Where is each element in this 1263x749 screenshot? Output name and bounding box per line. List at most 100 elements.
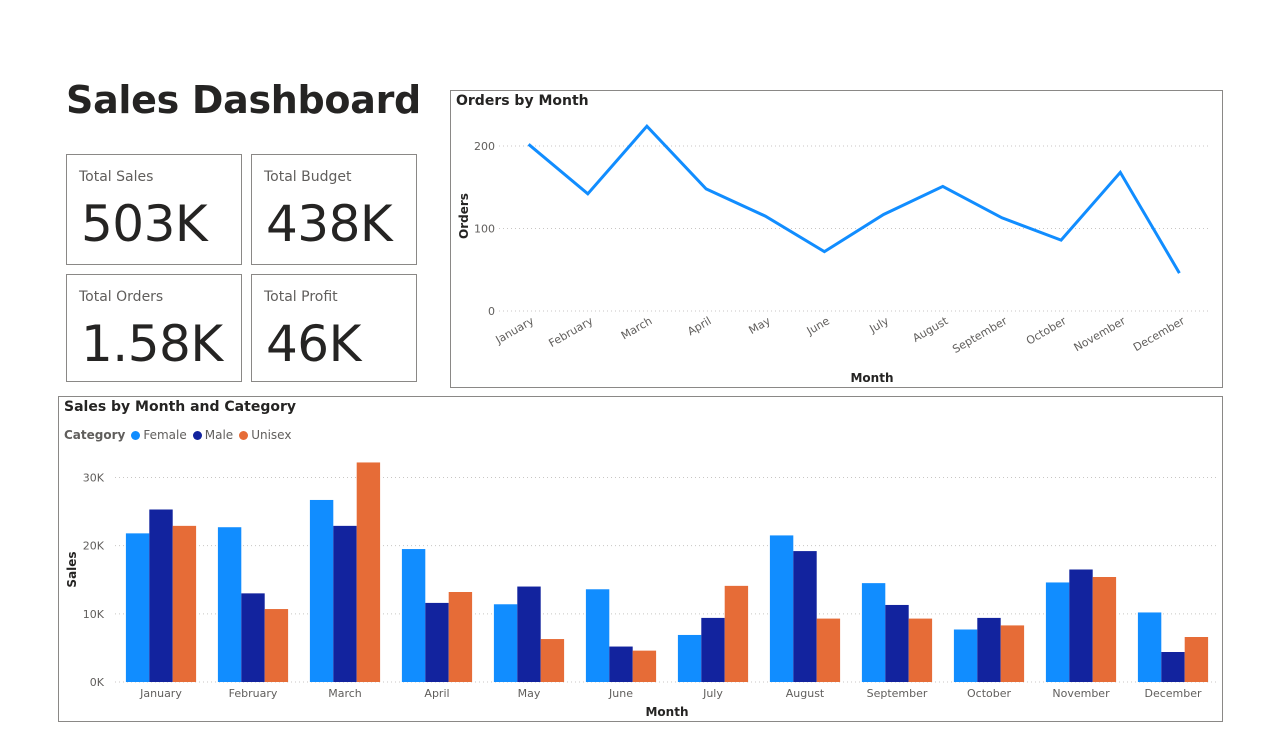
page-title: Sales Dashboard xyxy=(66,78,421,122)
x-tick-label: September xyxy=(867,687,928,700)
x-tick-label: July xyxy=(867,314,892,336)
bar-male xyxy=(1161,652,1185,682)
sales-bar-chart-svg: 0K 10K 20K 30K January February March April May J… xyxy=(65,462,1219,719)
sales-by-month-category-chart[interactable]: 0K 10K 20K 30K January February March April May J… xyxy=(58,396,1223,722)
kpi-value: 503K xyxy=(81,195,208,253)
chart-title: Orders by Month xyxy=(456,93,589,109)
legend-item-unisex[interactable]: Unisex xyxy=(239,428,291,442)
bar-unisex xyxy=(816,618,841,682)
bar-female xyxy=(861,583,886,682)
bar-female xyxy=(769,535,794,682)
y-tick-label: 0K xyxy=(90,676,105,689)
x-tick-label: August xyxy=(910,314,950,345)
x-axis-label: Month xyxy=(645,705,688,719)
x-tick-label: October xyxy=(1024,314,1069,348)
legend-swatch xyxy=(239,430,249,440)
bar-female xyxy=(217,527,242,682)
x-tick-label: June xyxy=(608,687,633,700)
legend-label: Female xyxy=(143,428,187,442)
x-tick-label: December xyxy=(1144,687,1202,700)
kpi-card-total-profit[interactable]: Total Profit 46K xyxy=(251,274,417,382)
kpi-value: 46K xyxy=(266,315,361,373)
legend-item-female[interactable]: Female xyxy=(131,428,187,442)
bar-female xyxy=(125,533,150,682)
y-axis-label: Orders xyxy=(457,193,471,239)
orders-line-chart-svg: 0 100 200 January February March April May June J… xyxy=(457,123,1209,385)
kpi-card-total-budget[interactable]: Total Budget 438K xyxy=(251,154,417,265)
legend-swatch xyxy=(192,430,202,440)
bar-unisex xyxy=(1092,577,1117,682)
x-tick-label: May xyxy=(747,314,774,337)
y-tick-label: 10K xyxy=(83,608,105,621)
kpi-card-total-sales[interactable]: Total Sales 503K xyxy=(66,154,242,265)
bar-male xyxy=(425,602,449,682)
bar-female xyxy=(585,589,610,682)
y-tick-label: 0 xyxy=(488,305,495,318)
bar-male xyxy=(333,525,357,682)
bar-male xyxy=(609,646,633,682)
kpi-label: Total Profit xyxy=(264,289,338,305)
legend-title: Category xyxy=(64,428,126,442)
bar-unisex xyxy=(356,462,381,682)
y-tick-label: 200 xyxy=(474,140,495,153)
y-axis-label: Sales xyxy=(65,551,79,587)
kpi-value: 1.58K xyxy=(81,315,223,373)
kpi-card-total-orders[interactable]: Total Orders 1.58K xyxy=(66,274,242,382)
bar-unisex xyxy=(724,585,749,682)
bar-male xyxy=(149,509,173,682)
bar-female xyxy=(1137,612,1162,682)
y-tick-label: 100 xyxy=(474,223,495,236)
x-tick-label: January xyxy=(139,687,182,700)
bar-male xyxy=(1069,569,1093,682)
bar-male xyxy=(701,617,725,682)
bar-unisex xyxy=(1184,637,1209,682)
bar-female xyxy=(493,604,518,682)
x-tick-label: November xyxy=(1072,314,1128,354)
bar-unisex xyxy=(632,650,657,682)
bar-unisex xyxy=(908,618,933,682)
bar-unisex xyxy=(172,525,197,682)
chart-legend: Category Female Male Unisex xyxy=(64,428,297,442)
x-tick-label: April xyxy=(685,314,713,338)
kpi-label: Total Orders xyxy=(79,289,164,305)
bar-unisex xyxy=(540,639,565,682)
x-tick-label: April xyxy=(424,687,449,700)
x-tick-label: June xyxy=(804,314,832,338)
bar-female xyxy=(677,634,702,682)
legend-item-male[interactable]: Male xyxy=(192,428,234,442)
bar-male xyxy=(241,593,265,682)
series-line xyxy=(527,123,1181,274)
y-tick-label: 20K xyxy=(83,540,105,553)
bar-male xyxy=(977,617,1001,682)
y-tick-label: 30K xyxy=(83,471,105,484)
bar-female xyxy=(1045,582,1070,682)
x-tick-label: February xyxy=(229,687,278,700)
x-tick-label: November xyxy=(1052,687,1110,700)
bar-female xyxy=(401,549,426,682)
bar-male xyxy=(793,551,817,682)
legend-swatch xyxy=(131,430,141,440)
kpi-label: Total Budget xyxy=(264,169,352,185)
bar-female xyxy=(953,629,978,682)
x-tick-label: March xyxy=(328,687,362,700)
x-axis-label: Month xyxy=(850,371,893,385)
bar-female xyxy=(309,499,334,682)
x-tick-label: March xyxy=(619,314,655,342)
x-tick-label: July xyxy=(702,687,723,700)
bar-unisex xyxy=(1000,625,1025,682)
x-tick-label: May xyxy=(518,687,541,700)
kpi-label: Total Sales xyxy=(79,169,154,185)
kpi-value: 438K xyxy=(266,195,393,253)
x-tick-label: December xyxy=(1131,314,1187,354)
bar-unisex xyxy=(448,592,473,682)
orders-by-month-chart[interactable]: 0 100 200 January February March April May June J… xyxy=(450,90,1223,388)
legend-label: Unisex xyxy=(251,428,292,442)
bar-unisex xyxy=(264,609,289,682)
x-tick-label: October xyxy=(967,687,1011,700)
bar-male xyxy=(885,604,909,682)
chart-title: Sales by Month and Category xyxy=(64,399,296,415)
legend-label: Male xyxy=(204,428,234,442)
x-tick-label: August xyxy=(786,687,825,700)
x-tick-label: February xyxy=(547,314,596,350)
bar-male xyxy=(517,586,541,682)
